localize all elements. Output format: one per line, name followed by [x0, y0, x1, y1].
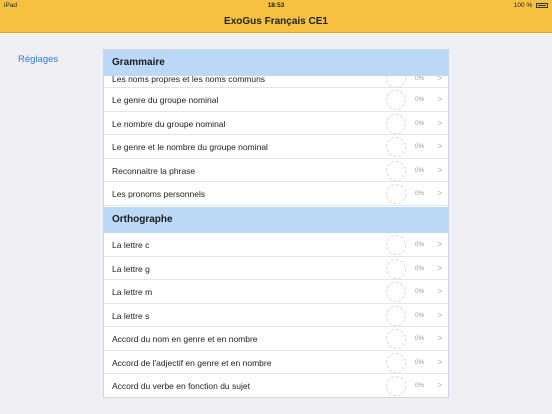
list-item[interactable]: Le nombre du groupe nominal 0% >	[104, 112, 448, 135]
progress-ring-icon	[386, 113, 406, 134]
progress-ring-icon	[386, 258, 406, 279]
list-item[interactable]: Accord du verbe en fonction du sujet 0% …	[104, 374, 448, 397]
chevron-right-icon: >	[437, 94, 443, 104]
chevron-right-icon: >	[437, 380, 443, 390]
battery-status: 100 %	[514, 2, 548, 9]
progress-ring-icon	[386, 352, 406, 373]
battery-label: 100 %	[513, 2, 533, 9]
progress-ring-icon	[386, 376, 406, 396]
battery-icon	[536, 2, 548, 8]
list-item[interactable]: La lettre m 0% >	[104, 280, 448, 304]
chevron-right-icon: >	[437, 262, 443, 273]
progress-ring-icon	[386, 235, 406, 255]
progress-ring-icon	[386, 282, 406, 302]
chevron-right-icon: >	[437, 333, 443, 343]
progress-ring-icon	[386, 90, 406, 110]
chevron-right-icon: >	[437, 286, 443, 296]
chevron-right-icon: >	[437, 356, 443, 367]
exercise-table: Grammaire Les noms propres et les noms c…	[103, 49, 449, 398]
chevron-right-icon: >	[437, 141, 443, 151]
section-header-grammaire: Grammaire	[104, 50, 448, 76]
nav-bar: ExoGus Français CE1	[0, 12, 552, 33]
list-item[interactable]: La lettre c 0% >	[104, 233, 448, 257]
list-item[interactable]: Accord de l'adjectif en genre et en nomb…	[104, 351, 448, 374]
chevron-right-icon: >	[437, 309, 443, 320]
progress-ring-icon	[386, 137, 406, 157]
status-bar: iPad 18:53 100 %	[0, 0, 552, 12]
list-item[interactable]: Le genre du groupe nominal 0% >	[104, 88, 448, 112]
list-item[interactable]: Accord du nom en genre et en nombre 0% >	[104, 327, 448, 351]
list-item[interactable]: La lettre s 0% >	[104, 304, 448, 327]
progress-ring-icon	[386, 329, 406, 349]
chevron-right-icon: >	[437, 117, 443, 128]
section-header-orthographe: Orthographe	[104, 207, 448, 233]
progress-ring-icon	[386, 305, 406, 326]
chevron-right-icon: >	[437, 164, 443, 175]
list-item[interactable]: Les pronoms personnels 0% >	[104, 182, 448, 206]
list-item[interactable]: Les noms propres et les noms communs 0% …	[104, 68, 448, 88]
chevron-right-icon: >	[437, 239, 443, 249]
progress-ring-icon	[386, 160, 406, 181]
progress-ring-icon	[386, 184, 406, 204]
chevron-right-icon: >	[437, 188, 443, 198]
nav-title: ExoGus Français CE1	[224, 16, 328, 27]
status-time: 18:53	[267, 2, 285, 9]
list-item[interactable]: Reconnaitre la phrase 0% >	[104, 159, 448, 182]
list-item[interactable]: La lettre g 0% >	[104, 257, 448, 280]
list-item[interactable]: Le genre et le nombre du groupe nominal …	[104, 135, 448, 159]
settings-link[interactable]: Réglages	[18, 54, 58, 65]
